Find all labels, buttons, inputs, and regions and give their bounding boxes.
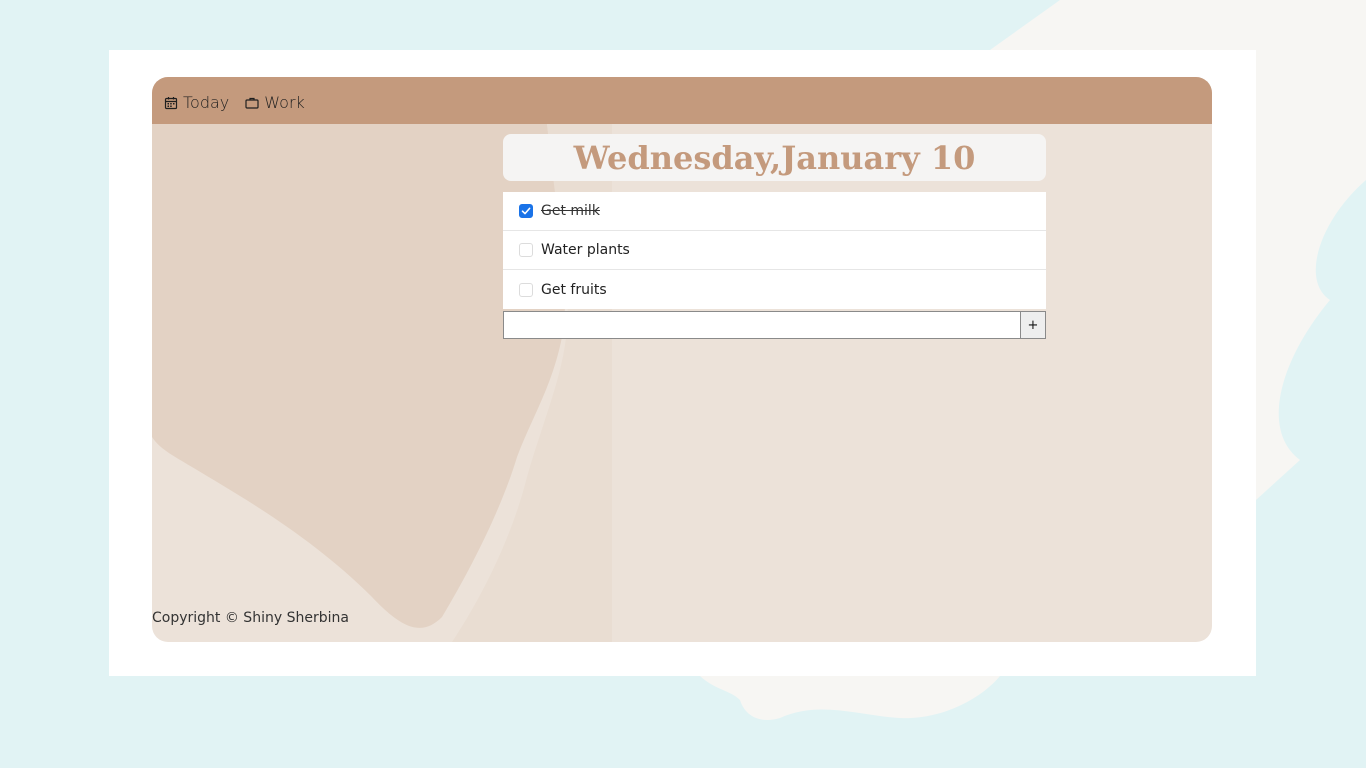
top-navbar: Today Work — [152, 77, 1212, 124]
todo-checkbox[interactable] — [519, 243, 533, 257]
date-header: Wednesday,January 10 — [503, 134, 1046, 181]
outer-card: Today Work Wednesday,January 10 Get milk… — [109, 50, 1256, 676]
todo-checkbox[interactable] — [519, 282, 533, 297]
nav-link-work[interactable]: Work — [245, 89, 305, 112]
app-panel: Today Work Wednesday,January 10 Get milk… — [152, 77, 1212, 642]
new-todo-input[interactable] — [503, 311, 1020, 339]
nav-link-today[interactable]: Today — [164, 89, 229, 112]
calendar-icon — [164, 96, 178, 110]
todo-label: Get fruits — [541, 281, 607, 298]
todo-checkbox[interactable] — [519, 204, 533, 218]
check-icon — [521, 207, 531, 215]
nav-link-label: Today — [183, 93, 230, 112]
footer-copyright: Copyright © Shiny Sherbina — [152, 610, 349, 626]
add-todo-button[interactable]: + — [1020, 311, 1046, 339]
todo-list: Get milk Water plants Get fruits — [503, 192, 1046, 309]
todo-label: Get milk — [541, 203, 600, 219]
briefcase-icon — [245, 96, 259, 110]
add-todo-form: + — [503, 311, 1046, 339]
todo-item[interactable]: Water plants — [503, 231, 1046, 270]
todo-label: Water plants — [541, 242, 630, 258]
page-title: Wednesday,January 10 — [573, 138, 976, 177]
todo-item[interactable]: Get fruits — [503, 270, 1046, 309]
todo-item[interactable]: Get milk — [503, 192, 1046, 231]
nav-link-label: Work — [264, 93, 305, 112]
